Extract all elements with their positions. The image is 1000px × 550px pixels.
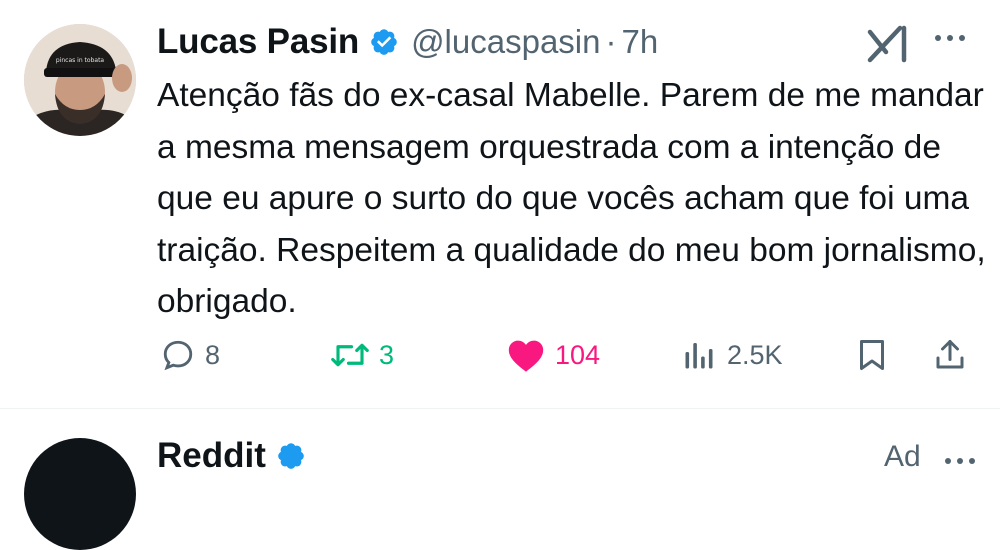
reply-count: 8 [205,339,221,370]
heart-icon [508,340,544,372]
views-icon [685,343,713,369]
views-button[interactable]: 2.5K [680,330,783,380]
next-author-name[interactable]: Reddit [157,436,266,476]
tweet-text: Atenção fãs do ex-casal Mabelle. Parem d… [157,77,986,320]
avatar-image: pincas in tobata [24,24,136,136]
share-icon [936,340,964,369]
author-handle[interactable]: @lucaspasin [411,23,600,61]
author-name[interactable]: Lucas Pasin [157,22,359,62]
tweet-timestamp[interactable]: 7h [622,23,659,61]
like-button[interactable]: 104 [506,330,600,380]
verified-badge-icon[interactable] [369,27,399,57]
retweet-icon [331,343,369,367]
reply-button[interactable]: 8 [160,330,220,380]
retweet-count: 3 [379,339,395,370]
reply-icon [163,340,193,371]
more-icon[interactable] [940,456,980,466]
more-icon[interactable] [930,30,970,46]
next-author-avatar[interactable] [24,438,136,550]
share-button[interactable] [932,330,968,380]
views-count: 2.5K [727,339,783,370]
avatar-cap-text: pincas in tobata [56,57,105,64]
tweet-header: Lucas Pasin @lucaspasin · 7h [157,20,658,64]
separator-dot: · [605,23,617,60]
author-avatar[interactable]: pincas in tobata [24,24,136,136]
tweet-actions: 8 3 104 2.5K [0,330,1000,380]
next-author[interactable]: Reddit [157,436,306,476]
tweet-divider [0,408,1000,409]
ad-label: Ad [884,440,921,473]
like-count: 104 [555,339,601,370]
verified-badge-icon[interactable] [276,441,306,471]
bookmark-button[interactable] [854,330,890,380]
grok-icon[interactable] [866,22,912,64]
retweet-button[interactable]: 3 [330,330,394,380]
bookmark-icon [860,340,884,370]
